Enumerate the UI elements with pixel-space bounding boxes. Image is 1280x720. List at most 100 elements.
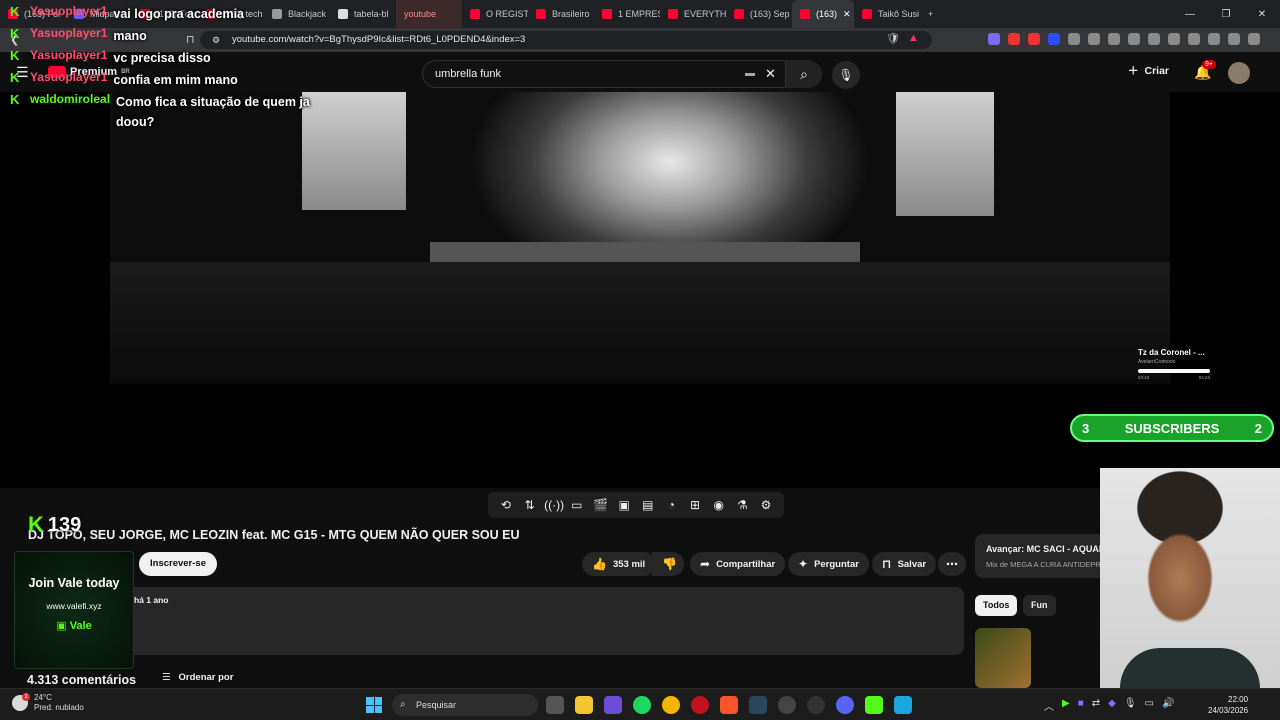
bookmark-icon[interactable]: ⊓ [186, 33, 195, 46]
wallet-icon[interactable] [1188, 33, 1200, 45]
brave-shield-icon[interactable]: 🛡 [886, 32, 900, 45]
film-icon[interactable]: ▤ [639, 498, 657, 512]
maximize-icon[interactable]: ❐ [1208, 0, 1244, 28]
recommended-video-thumbnail[interactable] [975, 628, 1031, 688]
browser-tab[interactable]: O REGISTI [462, 0, 528, 28]
description-box[interactable]: há 1 ano [128, 587, 964, 655]
screen-icon[interactable]: ▣ [615, 498, 633, 512]
more-actions-button[interactable]: ⋯ [938, 552, 966, 576]
notepad-icon[interactable] [894, 696, 912, 714]
add-icon[interactable]: ⊞ [686, 498, 704, 512]
create-button[interactable]: ＋ Criar [1128, 63, 1169, 78]
tray-app-icon[interactable]: ▶ [1062, 698, 1070, 713]
loop-icon[interactable]: ⟲ [497, 498, 515, 512]
clapper-icon[interactable]: 🎬 [591, 498, 609, 512]
windows-start-icon[interactable] [366, 697, 382, 713]
kick-icon: K [10, 4, 20, 19]
bookmark-save-icon: ⊓ [882, 557, 892, 571]
extension-icon[interactable] [1088, 33, 1100, 45]
clock[interactable]: 22:00 24/03/2026 [1208, 694, 1248, 716]
url-field[interactable]: ⚙ youtube.com/watch?v=BgThysdP9Ic&list=R… [200, 31, 932, 49]
browser-tab[interactable]: Blackjack [264, 0, 330, 28]
browser-tab[interactable]: Brasileiro [528, 0, 594, 28]
leo-icon[interactable] [1208, 33, 1220, 45]
taskbar-search[interactable]: ⌕ Pesquisar [392, 694, 538, 716]
close-icon[interactable]: ✕ [1244, 0, 1280, 28]
dislike-button[interactable]: 👎 [652, 552, 684, 576]
speed-icon[interactable]: ◔ [662, 498, 680, 512]
cinema-icon[interactable]: ▭ [568, 498, 586, 512]
sidebar-icon[interactable] [1168, 33, 1180, 45]
extension-icon[interactable] [1068, 33, 1080, 45]
account-avatar[interactable] [1228, 62, 1250, 84]
browser-tab-active[interactable]: (163) ✕ [792, 0, 854, 28]
kick-app-icon[interactable] [865, 696, 883, 714]
chip-all[interactable]: Todos [975, 595, 1018, 616]
share-button[interactable]: ➦ Compartilhar [690, 552, 786, 576]
vpn-icon[interactable] [1228, 33, 1240, 45]
ask-button[interactable]: ✦ Perguntar [788, 552, 869, 576]
chevron-up-icon[interactable]: ︿ [1044, 698, 1054, 713]
audio-icon[interactable]: ((·)) [544, 498, 564, 512]
like-button[interactable]: 👍 353 mil [582, 552, 656, 576]
window-controls: — ❐ ✕ [1172, 0, 1280, 28]
flask-icon[interactable]: ⚗ [733, 498, 751, 512]
chip-funk[interactable]: Fun [1023, 595, 1056, 616]
apps-grid-icon[interactable] [604, 696, 622, 714]
save-button[interactable]: ⊓ Salvar [872, 552, 937, 576]
upnext-overlay[interactable]: Tz da Coronel - ... AvelarnCromodo 04:23… [1138, 348, 1218, 380]
file-explorer-icon[interactable] [575, 696, 593, 714]
voice-search-button[interactable]: 🎙 [832, 61, 860, 89]
network-icon[interactable]: ▭ [1145, 698, 1154, 713]
site-info-icon[interactable]: ⚙ [212, 31, 220, 49]
settings-gear-icon[interactable]: ⚙ [757, 498, 775, 512]
browser-tab[interactable]: tabela-bl [330, 0, 396, 28]
task-view-icon[interactable] [546, 696, 564, 714]
subscribe-button[interactable]: Inscrever-se [139, 552, 217, 576]
extension-icon[interactable] [1008, 33, 1020, 45]
extension-icon[interactable] [1048, 33, 1060, 45]
chat-message: K Yasuoplayer1 vai logo pra academia [10, 4, 244, 24]
app-icon[interactable] [807, 696, 825, 714]
tray-app-icon[interactable]: ⇄ [1092, 698, 1100, 713]
streamer-webcam [1100, 468, 1280, 688]
clear-search-icon[interactable]: ✕ [765, 61, 776, 87]
opera-icon[interactable] [691, 696, 709, 714]
browser-tab[interactable]: 1 EMPRES [594, 0, 660, 28]
music-icon[interactable] [1148, 33, 1160, 45]
brave-rewards-icon[interactable]: ▲ [908, 32, 919, 44]
new-tab-button[interactable]: + [920, 0, 946, 28]
video-player[interactable]: Tz da Coronel - ... AvelarnCromodo 04:23… [0, 92, 1280, 488]
extension-icon[interactable] [1028, 33, 1040, 45]
keyboard-icon[interactable]: ▬ [745, 61, 755, 87]
microphone-tray-icon[interactable]: 🎙 [1124, 698, 1137, 713]
browser-tab[interactable]: (163) Sep [726, 0, 792, 28]
sparkle-icon: ✦ [798, 557, 809, 571]
close-tab-icon[interactable]: ✕ [843, 9, 851, 20]
sort-comments-button[interactable]: ☰ Ordenar por [162, 672, 233, 683]
discord-icon[interactable] [836, 696, 854, 714]
screenshot-icon[interactable]: ◉ [710, 498, 728, 512]
tray-app-icon[interactable]: ■ [1078, 698, 1084, 713]
plus-icon: ＋ [1128, 65, 1139, 77]
spotify-icon[interactable] [633, 696, 651, 714]
extension-icon[interactable] [988, 33, 1000, 45]
chrome-icon[interactable] [662, 696, 680, 714]
app-icon[interactable] [778, 696, 796, 714]
menu-icon[interactable] [1248, 33, 1260, 45]
brave-icon[interactable] [720, 696, 738, 714]
extension-icon[interactable] [1108, 33, 1120, 45]
search-input[interactable]: umbrella funk ▬ ✕ [422, 60, 786, 88]
search-button[interactable]: ⌕ [786, 60, 822, 88]
video-title: DJ TOPO, SEU JORGE, MC LEOZIN feat. MC G… [28, 528, 520, 542]
browser-tab[interactable]: youtube [396, 0, 462, 28]
minimize-icon[interactable]: — [1172, 0, 1208, 28]
browser-tab[interactable]: EVERYTHI [660, 0, 726, 28]
volume-icon[interactable]: 🔊 [1162, 698, 1174, 713]
browser-tab[interactable]: Taikô Susi [854, 0, 920, 28]
sort-icon[interactable]: ⇅ [520, 498, 538, 512]
weather-widget[interactable]: 1 24°C Pred. nublado [12, 693, 84, 713]
steam-icon[interactable] [749, 696, 767, 714]
extension-icon[interactable] [1128, 33, 1140, 45]
tray-app-icon[interactable]: ◆ [1108, 698, 1116, 713]
